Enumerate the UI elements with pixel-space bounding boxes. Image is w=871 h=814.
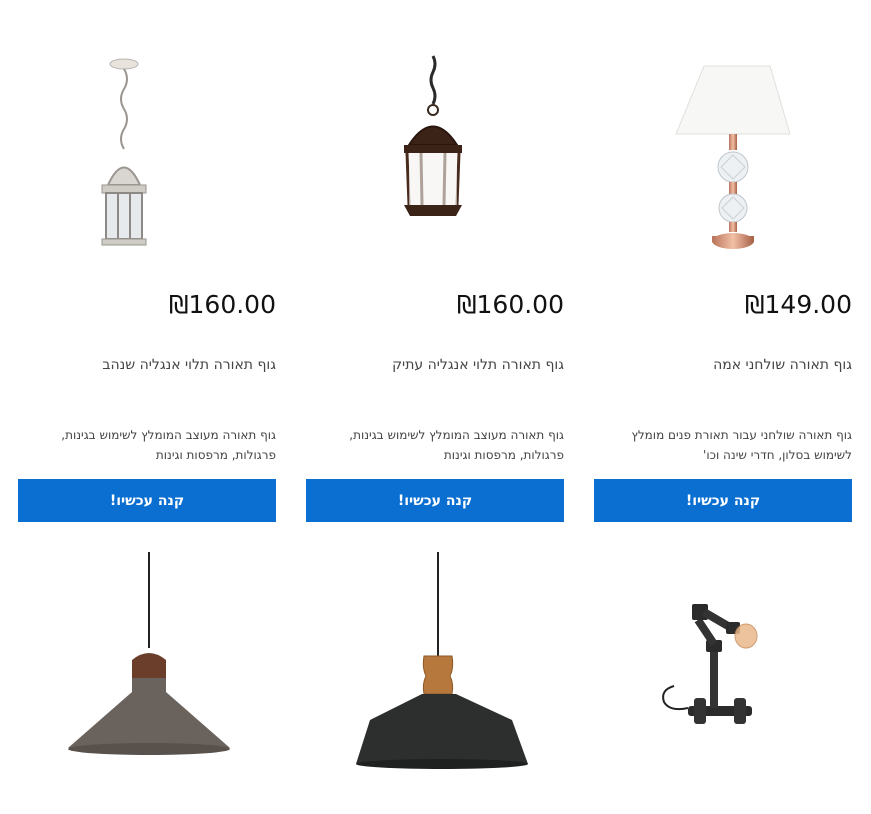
pendant-lamp-icon xyxy=(356,552,528,769)
product-price: ₪160.00 xyxy=(168,290,276,319)
product-description: גוף תאורה שולחני עבור תאורת פנים מומלץ ל… xyxy=(631,428,852,462)
product-description: גוף תאורה מעוצב המומלץ לשימוש בגינות, פר… xyxy=(349,428,564,462)
product-card xyxy=(18,548,276,808)
product-description: גוף תאורה מעוצב המומלץ לשימוש בגינות, פר… xyxy=(61,428,276,462)
product-card xyxy=(594,548,852,808)
product-image[interactable] xyxy=(594,0,852,260)
product-image[interactable] xyxy=(18,548,276,808)
product-card: ₪160.00 גוף תאורה תלוי אנגליה שנהב גוף ת… xyxy=(18,0,276,522)
product-image[interactable] xyxy=(306,548,564,808)
pendant-lamp-icon xyxy=(68,552,230,755)
hanging-lantern-icon xyxy=(404,55,462,216)
buy-now-button[interactable]: קנה עכשיו! xyxy=(18,479,276,522)
buy-now-button[interactable]: קנה עכשיו! xyxy=(306,479,564,522)
product-card: ₪149.00 גוף תאורה שולחני אמה גוף תאורה ש… xyxy=(594,0,852,522)
product-image[interactable] xyxy=(306,0,564,260)
product-grid: ₪149.00 גוף תאורה שולחני אמה גוף תאורה ש… xyxy=(0,0,871,814)
hanging-lantern-icon xyxy=(101,58,147,246)
product-title[interactable]: גוף תאורה תלוי אנגליה שנהב xyxy=(18,357,276,373)
buy-now-button[interactable]: קנה עכשיו! xyxy=(594,479,852,522)
table-lamp-icon xyxy=(675,65,791,249)
product-image[interactable] xyxy=(594,548,852,808)
product-title[interactable]: גוף תאורה תלוי אנגליה עתיק xyxy=(306,357,564,373)
product-card xyxy=(306,548,564,808)
pipe-table-lamp-icon xyxy=(662,604,758,724)
product-price: ₪149.00 xyxy=(744,290,852,319)
product-title[interactable]: גוף תאורה שולחני אמה xyxy=(594,357,852,373)
product-card: ₪160.00 גוף תאורה תלוי אנגליה עתיק גוף ת… xyxy=(306,0,564,522)
product-image[interactable] xyxy=(18,0,276,260)
product-price: ₪160.00 xyxy=(456,290,564,319)
